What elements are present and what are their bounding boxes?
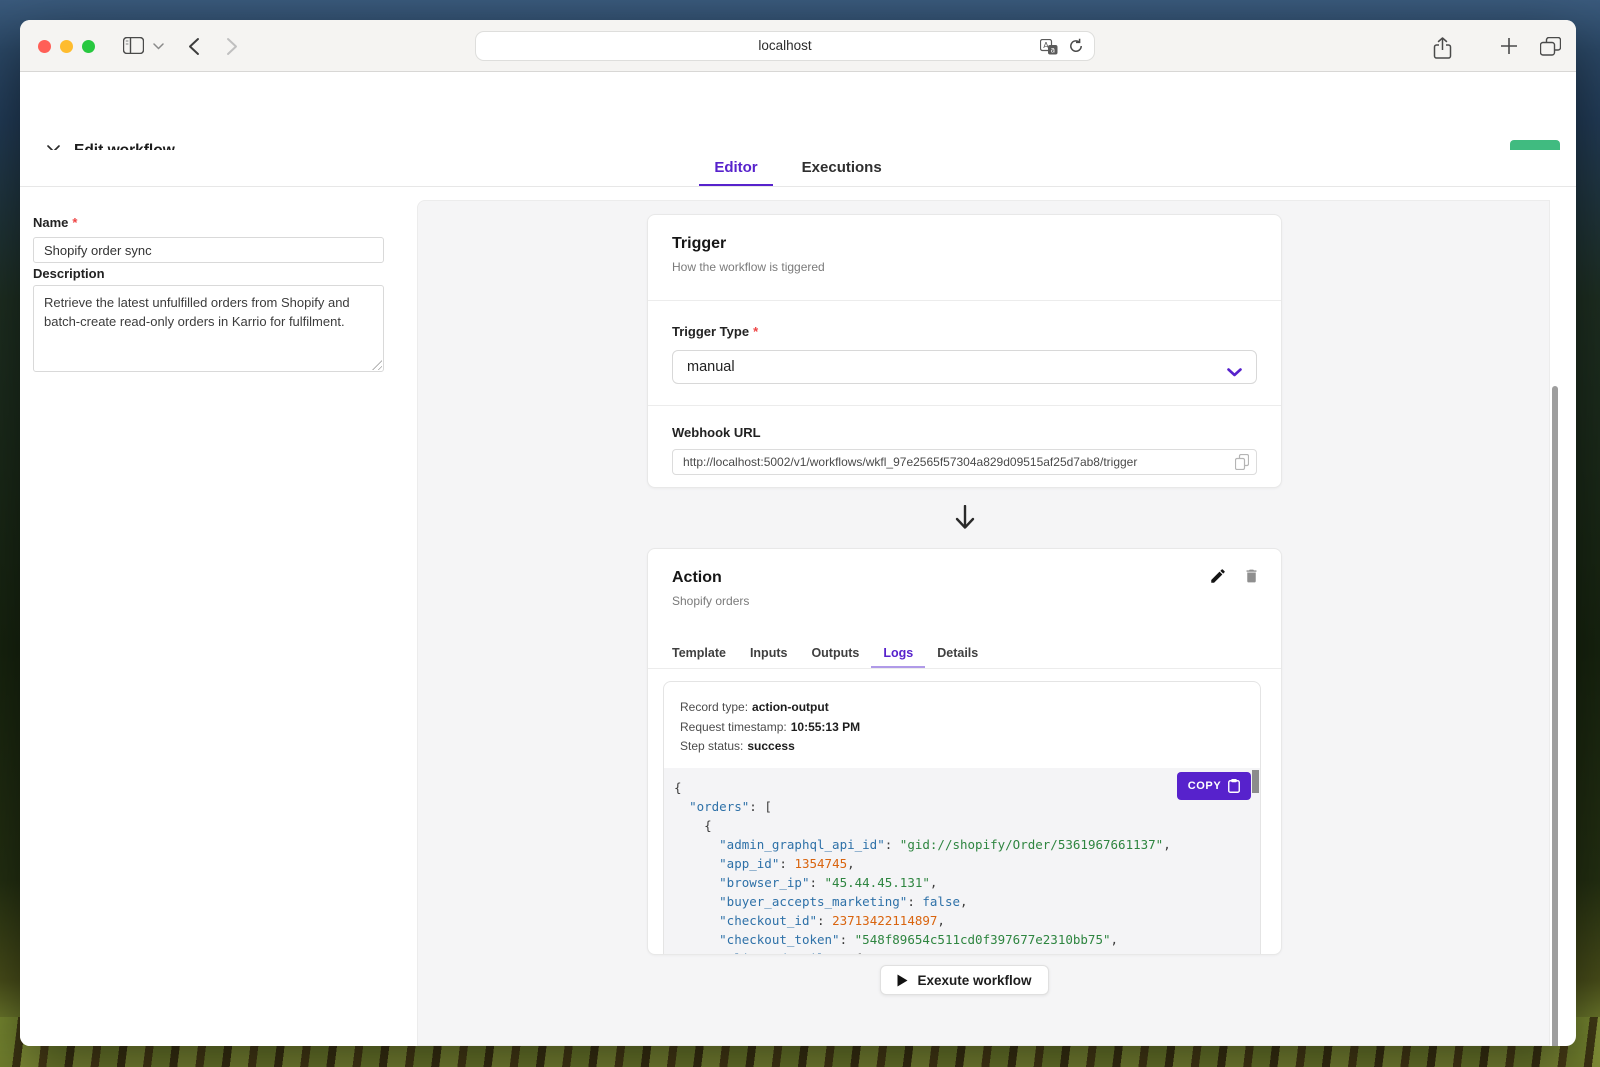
name-input[interactable] [33, 237, 384, 263]
required-asterisk: * [72, 215, 77, 230]
trigger-card: Trigger How the workflow is tiggered Tri… [647, 214, 1282, 488]
reload-icon[interactable] [1068, 38, 1084, 59]
action-tab-outputs[interactable]: Outputs [799, 639, 871, 668]
webhook-section: Webhook URL [648, 406, 1281, 487]
svg-text:a: a [1050, 45, 1055, 54]
action-card: Action Shopify orders TemplateInputsOutp… [647, 548, 1282, 955]
browser-window: localhost Aa Edit workflow Save Editor E… [20, 20, 1576, 1046]
trigger-type-value: manual [687, 359, 735, 375]
description-textarea[interactable]: Retrieve the latest unfulfilled orders f… [33, 285, 384, 372]
edit-action-icon[interactable] [1209, 567, 1227, 590]
description-label: Description [33, 266, 105, 281]
trigger-card-header: Trigger How the workflow is tiggered [648, 215, 1281, 301]
close-window-button[interactable] [38, 40, 51, 53]
new-tab-icon[interactable] [1500, 37, 1518, 55]
chevron-down-icon [1227, 364, 1242, 382]
action-tab-template[interactable]: Template [660, 639, 738, 668]
log-record-type: Record type:action-output [680, 698, 1244, 718]
webhook-url-input[interactable] [672, 449, 1257, 475]
required-asterisk: * [753, 324, 758, 339]
sidebar-toggle-icon[interactable] [123, 37, 144, 54]
delete-action-icon[interactable] [1243, 567, 1260, 590]
action-card-header: Action Shopify orders [648, 549, 1281, 608]
tab-executions[interactable]: Executions [787, 150, 897, 186]
clipboard-icon [1228, 779, 1240, 793]
action-tab-details[interactable]: Details [925, 639, 990, 668]
log-record-card: Record type:action-output Request timest… [663, 681, 1261, 955]
action-subtitle: Shopify orders [672, 594, 1257, 608]
webhook-url-label: Webhook URL [672, 425, 1257, 440]
app-header: Edit workflow Save [20, 72, 1576, 150]
trigger-type-section: Trigger Type* manual [648, 301, 1281, 406]
flow-connector [647, 488, 1282, 548]
translate-icon[interactable]: Aa [1040, 39, 1058, 60]
browser-toolbar: localhost Aa [20, 20, 1576, 72]
back-button-icon[interactable] [188, 37, 200, 56]
action-tab-inputs[interactable]: Inputs [738, 639, 800, 668]
trigger-type-select[interactable]: manual [672, 350, 1257, 384]
trigger-type-label: Trigger Type* [672, 324, 1257, 339]
tab-editor[interactable]: Editor [699, 150, 772, 186]
action-tabs: TemplateInputsOutputsLogsDetails [648, 639, 1281, 669]
minimize-window-button[interactable] [60, 40, 73, 53]
canvas-scrollbar[interactable] [1552, 386, 1558, 1046]
copy-json-button[interactable]: COPY [1177, 772, 1251, 800]
log-json-code: { "orders": [ { "admin_graphql_api_id": … [664, 768, 1260, 955]
log-scrollbar[interactable] [1252, 770, 1259, 793]
zoom-window-button[interactable] [82, 40, 95, 53]
log-meta: Record type:action-output Request timest… [664, 682, 1260, 757]
workflow-form-panel: Name* Description Retrieve the latest un… [20, 187, 417, 1046]
workflow-canvas: Trigger How the workflow is tiggered Tri… [417, 200, 1550, 1046]
action-tab-logs[interactable]: Logs [871, 639, 925, 668]
log-timestamp: Request timestamp:10:55:13 PM [680, 718, 1244, 738]
name-label: Name* [33, 215, 77, 230]
action-title: Action [672, 569, 1257, 587]
down-arrow-icon [954, 505, 976, 531]
main-tab-bar: Editor Executions [20, 150, 1576, 187]
sidebar-menu-chevron-icon[interactable] [153, 43, 164, 50]
address-bar-url: localhost [476, 32, 1094, 60]
trigger-title: Trigger [672, 235, 1257, 253]
play-icon [897, 974, 908, 987]
log-status: Step status:success [680, 737, 1244, 757]
trigger-subtitle: How the workflow is tiggered [672, 260, 1257, 274]
tab-overview-icon[interactable] [1540, 37, 1561, 56]
execute-workflow-button[interactable]: Exexute workflow [880, 965, 1048, 995]
copy-icon[interactable] [1235, 454, 1249, 475]
address-bar[interactable]: localhost Aa [475, 31, 1095, 61]
forward-button-icon[interactable] [226, 37, 238, 56]
share-icon[interactable] [1433, 37, 1452, 59]
